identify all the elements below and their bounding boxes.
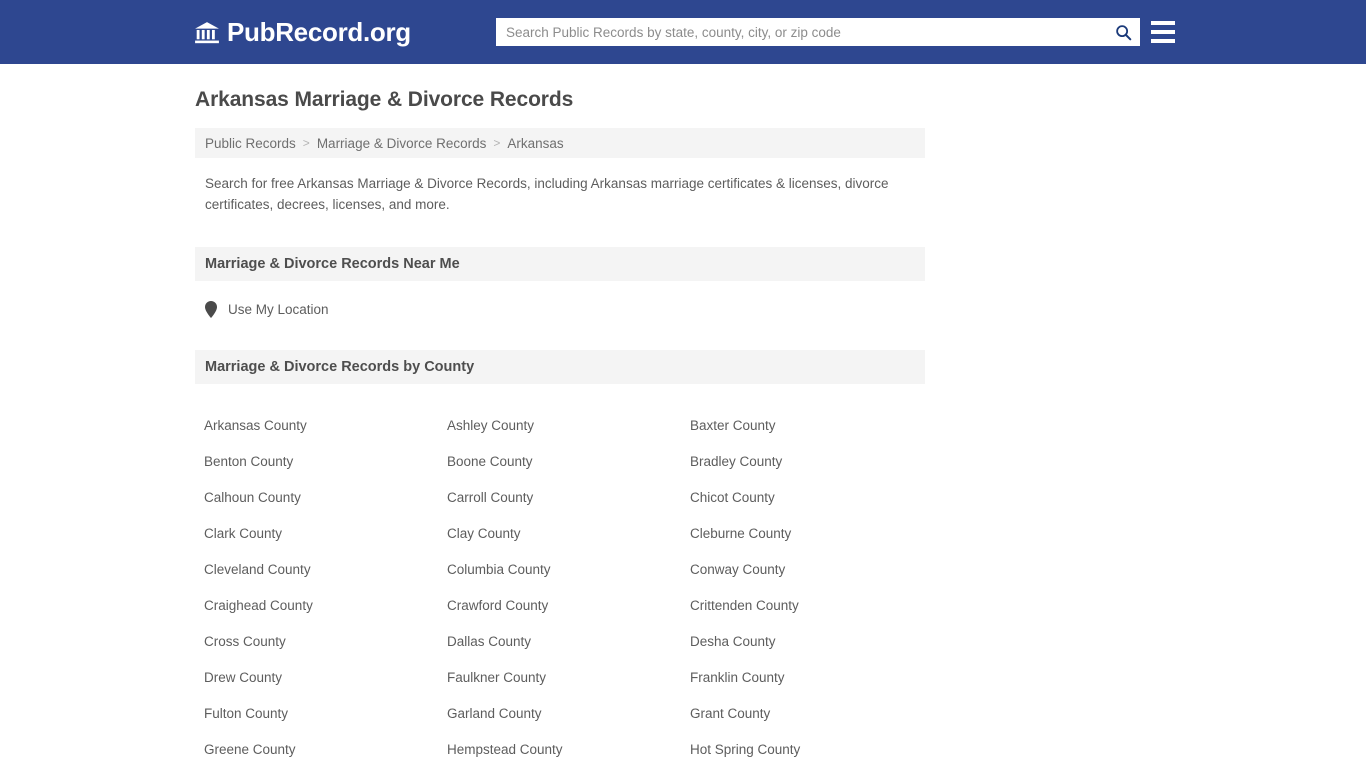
county-list-item[interactable]: Cross County: [204, 624, 447, 660]
county-list-item[interactable]: Arkansas County: [204, 408, 447, 444]
hamburger-bar: [1151, 39, 1175, 43]
county-list-item[interactable]: Clay County: [447, 516, 690, 552]
county-link[interactable]: Ashley County: [447, 418, 534, 433]
county-link[interactable]: Carroll County: [447, 490, 533, 505]
county-list-item[interactable]: Hot Spring County: [690, 732, 933, 768]
county-link[interactable]: Benton County: [204, 454, 293, 469]
county-list-item[interactable]: Carroll County: [447, 480, 690, 516]
county-link[interactable]: Cleburne County: [690, 526, 791, 541]
county-link[interactable]: Clark County: [204, 526, 282, 541]
county-list-item[interactable]: Craighead County: [204, 588, 447, 624]
county-link[interactable]: Clay County: [447, 526, 521, 541]
county-list-item[interactable]: Benton County: [204, 444, 447, 480]
county-list-item[interactable]: Franklin County: [690, 660, 933, 696]
page-intro-text: Search for free Arkansas Marriage & Divo…: [205, 176, 889, 212]
breadcrumb-item-public-records[interactable]: Public Records: [205, 136, 296, 151]
hamburger-bar: [1151, 21, 1175, 25]
county-link[interactable]: Hot Spring County: [690, 742, 800, 757]
county-list-item[interactable]: Greene County: [204, 732, 447, 768]
county-list-item[interactable]: Chicot County: [690, 480, 933, 516]
county-list-item[interactable]: Cleveland County: [204, 552, 447, 588]
county-list-item[interactable]: Fulton County: [204, 696, 447, 732]
county-link[interactable]: Boone County: [447, 454, 533, 469]
county-list-item[interactable]: Boone County: [447, 444, 690, 480]
search-button[interactable]: [1106, 18, 1140, 46]
site-header: PubRecord.org: [0, 0, 1366, 64]
county-link[interactable]: Drew County: [204, 670, 282, 685]
county-list: Arkansas County Ashley County Baxter Count…: [195, 384, 925, 768]
county-list-item[interactable]: Desha County: [690, 624, 933, 660]
county-link[interactable]: Franklin County: [690, 670, 785, 685]
main-content: Arkansas Marriage & Divorce Records Publ…: [195, 64, 925, 768]
county-link[interactable]: Cleveland County: [204, 562, 311, 577]
county-list-item[interactable]: Clark County: [204, 516, 447, 552]
county-link[interactable]: Grant County: [690, 706, 770, 721]
county-list-item[interactable]: Hempstead County: [447, 732, 690, 768]
county-list-item[interactable]: Drew County: [204, 660, 447, 696]
use-my-location-row[interactable]: Use My Location: [195, 281, 925, 318]
breadcrumb: Public Records > Marriage & Divorce Reco…: [195, 128, 925, 159]
county-link[interactable]: Faulkner County: [447, 670, 546, 685]
breadcrumb-item-arkansas[interactable]: Arkansas: [507, 136, 563, 151]
county-link[interactable]: Columbia County: [447, 562, 551, 577]
county-list-item[interactable]: Columbia County: [447, 552, 690, 588]
county-link[interactable]: Conway County: [690, 562, 785, 577]
use-my-location-link[interactable]: Use My Location: [228, 302, 329, 317]
breadcrumb-separator: >: [302, 136, 310, 151]
hamburger-bar: [1151, 30, 1175, 34]
county-list-item[interactable]: Grant County: [690, 696, 933, 732]
county-link[interactable]: Bradley County: [690, 454, 782, 469]
county-link[interactable]: Crawford County: [447, 598, 548, 613]
county-link[interactable]: Calhoun County: [204, 490, 301, 505]
county-list-item[interactable]: Conway County: [690, 552, 933, 588]
county-link[interactable]: Dallas County: [447, 634, 531, 649]
section-header-near-me: Marriage & Divorce Records Near Me: [195, 246, 925, 281]
county-list-item[interactable]: Faulkner County: [447, 660, 690, 696]
section-header-by-county: Marriage & Divorce Records by County: [195, 349, 925, 384]
county-link[interactable]: Baxter County: [690, 418, 776, 433]
page-title: Arkansas Marriage & Divorce Records: [195, 88, 574, 111]
breadcrumb-separator: >: [493, 136, 501, 151]
county-link[interactable]: Chicot County: [690, 490, 775, 505]
county-list-item[interactable]: Crawford County: [447, 588, 690, 624]
breadcrumb-item-marriage-divorce-records[interactable]: Marriage & Divorce Records: [317, 136, 487, 151]
site-logo-text: PubRecord.org: [227, 17, 411, 47]
map-pin-icon: [205, 300, 217, 318]
county-list-item[interactable]: Baxter County: [690, 408, 933, 444]
county-link[interactable]: Greene County: [204, 742, 296, 757]
county-list-item[interactable]: Garland County: [447, 696, 690, 732]
county-list-item[interactable]: Calhoun County: [204, 480, 447, 516]
county-link[interactable]: Hempstead County: [447, 742, 563, 757]
search-input[interactable]: [496, 19, 1106, 45]
search-icon: [1115, 24, 1131, 40]
county-link[interactable]: Craighead County: [204, 598, 313, 613]
hamburger-menu-icon[interactable]: [1151, 19, 1175, 45]
county-link[interactable]: Desha County: [690, 634, 776, 649]
county-list-item[interactable]: Bradley County: [690, 444, 933, 480]
county-list-item[interactable]: Crittenden County: [690, 588, 933, 624]
county-list-item[interactable]: Cleburne County: [690, 516, 933, 552]
county-list-item[interactable]: Dallas County: [447, 624, 690, 660]
site-logo[interactable]: PubRecord.org: [194, 18, 411, 46]
county-link[interactable]: Fulton County: [204, 706, 288, 721]
county-link[interactable]: Garland County: [447, 706, 542, 721]
bank-building-icon: [195, 22, 219, 44]
county-link[interactable]: Arkansas County: [204, 418, 307, 433]
county-link[interactable]: Crittenden County: [690, 598, 799, 613]
county-link[interactable]: Cross County: [204, 634, 286, 649]
county-list-item[interactable]: Ashley County: [447, 408, 690, 444]
search-bar: [496, 18, 1140, 46]
